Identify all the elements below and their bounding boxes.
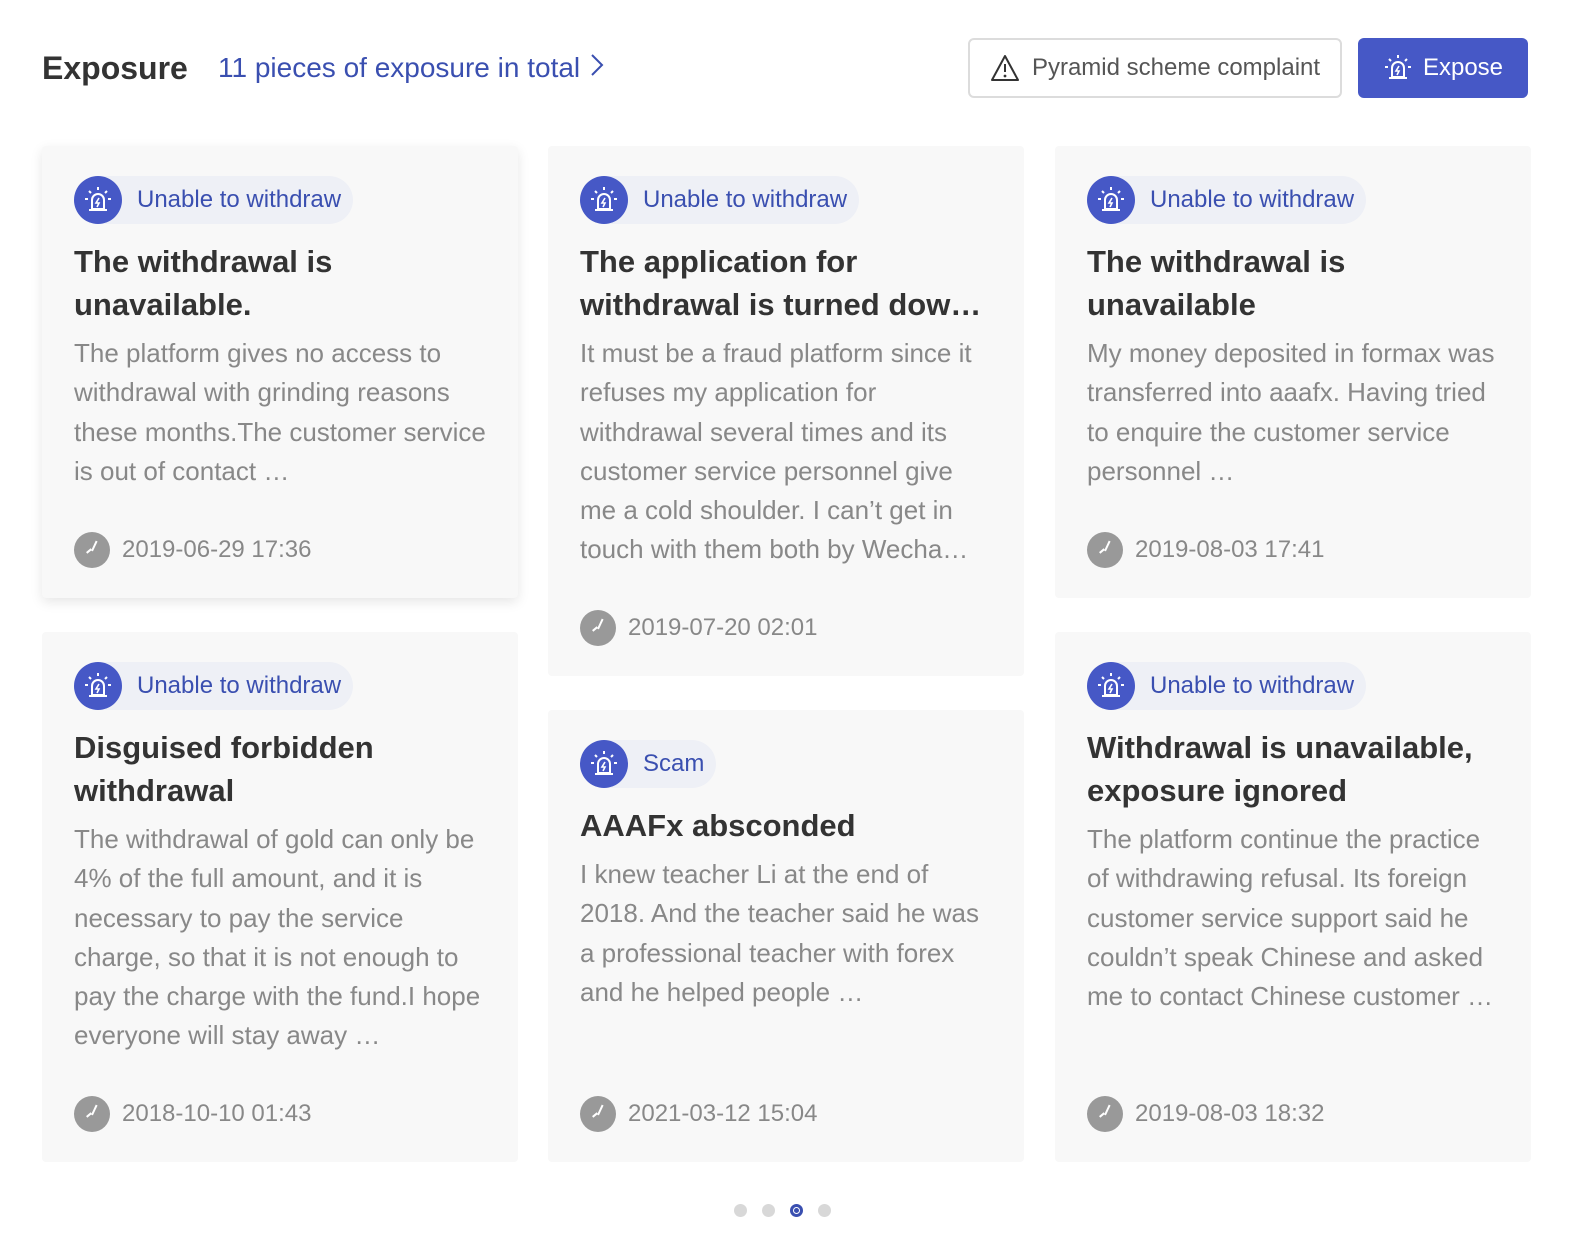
exposure-card[interactable]: Unable to withdraw The application for w…	[548, 146, 1024, 676]
card-excerpt: My money deposited in formax was transfe…	[1087, 338, 1495, 486]
pyramid-scheme-complaint-button[interactable]: Pyramid scheme complaint	[968, 38, 1342, 98]
clock-icon	[580, 610, 616, 646]
card-title: The withdrawal is unavailable	[1087, 244, 1346, 322]
category-tag-label: Unable to withdraw	[1150, 672, 1355, 699]
card-timestamp: 2018-10-10 01:43	[74, 1096, 312, 1132]
alarm-icon	[1384, 55, 1411, 79]
category-tag-label: Scam	[643, 750, 705, 777]
card-excerpt: I knew teacher Li at the end of 2018. An…	[580, 859, 979, 1007]
category-tag: Unable to withdraw	[1087, 176, 1367, 224]
category-tag: Scam	[580, 740, 717, 788]
card-title: Disguised forbidden withdrawal	[74, 730, 374, 808]
category-tag: Unable to withdraw	[74, 176, 354, 224]
complaint-button-label: Pyramid scheme complaint	[1031, 54, 1321, 81]
page-dot-2[interactable]	[762, 1204, 775, 1217]
card-timestamp: 2019-07-20 02:01	[580, 610, 818, 646]
page-dot-3-active[interactable]	[790, 1204, 803, 1217]
category-tag: Unable to withdraw	[74, 662, 354, 710]
section-title: Exposure	[42, 50, 188, 86]
timestamp-text: 2019-07-20 02:01	[628, 614, 818, 641]
carousel-pagination	[734, 1204, 831, 1217]
alarm-icon	[1087, 176, 1135, 224]
card-title: AAAFx absconded	[580, 808, 856, 843]
card-excerpt: The platform gives no access to withdraw…	[74, 338, 486, 486]
category-tag-label: Unable to withdraw	[1150, 186, 1355, 213]
alarm-icon	[580, 176, 628, 224]
clock-icon	[1087, 1096, 1123, 1132]
alarm-icon	[74, 176, 122, 224]
total-exposure-label: 11 pieces of exposure in total	[218, 52, 581, 83]
exposure-card[interactable]: Unable to withdraw The withdrawal is una…	[1055, 146, 1531, 598]
category-tag-label: Unable to withdraw	[137, 672, 342, 699]
timestamp-text: 2019-08-03 18:32	[1135, 1100, 1325, 1127]
alarm-icon	[1087, 662, 1135, 710]
timestamp-text: 2019-06-29 17:36	[122, 536, 312, 563]
card-excerpt: The withdrawal of gold can only be 4% of…	[74, 824, 481, 1051]
card-title: The withdrawal is unavailable.	[74, 244, 333, 322]
timestamp-text: 2018-10-10 01:43	[122, 1100, 312, 1127]
card-excerpt: The platform continue the practice of wi…	[1087, 824, 1494, 1012]
card-title: Withdrawal is unavailable, exposure igno…	[1087, 730, 1473, 808]
card-timestamp: 2019-08-03 18:32	[1087, 1096, 1325, 1132]
category-tag-label: Unable to withdraw	[643, 186, 848, 213]
exposure-card[interactable]: Scam AAAFx absconded I knew teacher Li a…	[548, 710, 1024, 1162]
clock-icon	[74, 532, 110, 568]
category-tag: Unable to withdraw	[1087, 662, 1367, 710]
warning-icon	[990, 55, 1019, 81]
expose-button[interactable]: Expose	[1358, 38, 1528, 98]
category-tag: Unable to withdraw	[580, 176, 860, 224]
card-excerpt: It must be a fraud platform since it ref…	[580, 338, 972, 565]
total-exposure-link[interactable]: 11 pieces of exposure in total	[218, 50, 604, 86]
timestamp-text: 2019-08-03 17:41	[1135, 536, 1325, 563]
exposure-header: Exposure 11 pieces of exposure in total …	[42, 38, 1528, 98]
exposure-card[interactable]: Unable to withdraw Disguised forbidden w…	[42, 632, 518, 1162]
alarm-icon	[580, 740, 628, 788]
category-tag-label: Unable to withdraw	[137, 186, 342, 213]
page-dot-1[interactable]	[734, 1204, 747, 1217]
clock-icon	[1087, 532, 1123, 568]
card-title: The application for withdrawal is turned…	[580, 244, 982, 322]
card-timestamp: 2021-03-12 15:04	[580, 1096, 818, 1132]
exposure-card[interactable]: Unable to withdraw The withdrawal is una…	[42, 146, 518, 598]
chevron-right-icon	[590, 50, 604, 86]
clock-icon	[74, 1096, 110, 1132]
alarm-icon	[74, 662, 122, 710]
exposure-card[interactable]: Unable to withdraw Withdrawal is unavail…	[1055, 632, 1531, 1162]
card-timestamp: 2019-08-03 17:41	[1087, 532, 1325, 568]
card-timestamp: 2019-06-29 17:36	[74, 532, 312, 568]
expose-button-label: Expose	[1422, 54, 1504, 81]
timestamp-text: 2021-03-12 15:04	[628, 1100, 818, 1127]
page-dot-4[interactable]	[818, 1204, 831, 1217]
clock-icon	[580, 1096, 616, 1132]
